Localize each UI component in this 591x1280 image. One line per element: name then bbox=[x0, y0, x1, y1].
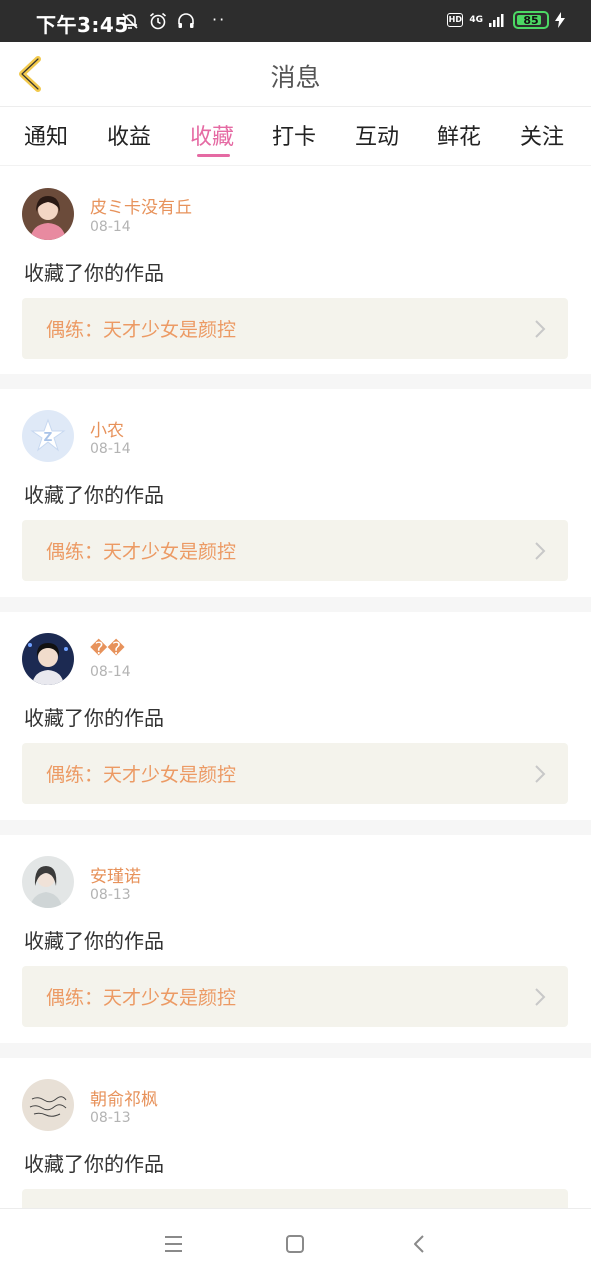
username[interactable]: 小农 bbox=[90, 416, 124, 441]
message-text: 收藏了你的作品 bbox=[24, 706, 164, 730]
tab-favorites[interactable]: 收藏 bbox=[190, 119, 234, 151]
divider bbox=[0, 374, 591, 389]
page-title: 消息 bbox=[270, 63, 321, 92]
divider bbox=[0, 597, 591, 612]
alarm-icon bbox=[149, 12, 167, 30]
chevron-right-icon bbox=[535, 988, 546, 1006]
header: 消息 bbox=[0, 42, 591, 106]
message-text: 收藏了你的作品 bbox=[24, 261, 164, 285]
message-date: 08-13 bbox=[90, 1110, 131, 1126]
message-date: 08-13 bbox=[90, 887, 131, 903]
work-card[interactable]: 偶练：天才少女是颜控 bbox=[22, 743, 568, 804]
chevron-right-icon bbox=[535, 542, 546, 560]
system-back-button[interactable] bbox=[406, 1233, 432, 1255]
avatar[interactable] bbox=[22, 1079, 74, 1131]
back-triangle-icon bbox=[414, 1235, 424, 1253]
divider bbox=[0, 1043, 591, 1058]
mute-bell-icon bbox=[122, 13, 138, 29]
work-card[interactable]: 偶练：天才少女是颜控 bbox=[22, 966, 568, 1027]
charging-icon bbox=[555, 12, 565, 28]
home-button[interactable] bbox=[282, 1233, 308, 1255]
work-card[interactable] bbox=[22, 1189, 568, 1208]
tab-earnings[interactable]: 收益 bbox=[107, 119, 151, 151]
battery-level: 85 bbox=[523, 13, 539, 27]
avatar[interactable] bbox=[22, 856, 74, 908]
tab-notifications[interactable]: 通知 bbox=[24, 119, 68, 151]
status-icons bbox=[120, 11, 196, 31]
message-text: 收藏了你的作品 bbox=[24, 483, 164, 507]
home-square-icon bbox=[286, 1235, 304, 1253]
menu-button[interactable] bbox=[161, 1233, 187, 1255]
tab-follow[interactable]: 关注 bbox=[520, 119, 564, 151]
chevron-right-icon bbox=[535, 765, 546, 783]
username[interactable]: �� bbox=[90, 639, 125, 659]
tab-checkin[interactable]: 打卡 bbox=[272, 119, 316, 151]
username[interactable]: 朝俞祁枫 bbox=[90, 1085, 158, 1110]
tab-interaction[interactable]: 互动 bbox=[355, 119, 399, 151]
signal-icon bbox=[489, 14, 504, 27]
avatar[interactable] bbox=[22, 633, 74, 685]
tab-flowers[interactable]: 鲜花 bbox=[437, 119, 481, 151]
status-right: HD 4G 85 bbox=[447, 11, 565, 29]
message-item: Z 小农 08-14 收藏了你的作品 偶练：天才少女是颜控 bbox=[0, 389, 591, 597]
message-item: 皮ミ卡没有丘 08-14 收藏了你的作品 偶练：天才少女是颜控 bbox=[0, 167, 591, 374]
status-bar: 下午3:45 ·· HD 4G 85 bbox=[0, 0, 591, 42]
message-text: 收藏了你的作品 bbox=[24, 1152, 164, 1176]
work-card[interactable]: 偶练：天才少女是颜控 bbox=[22, 298, 568, 359]
svg-text:Z: Z bbox=[44, 430, 53, 444]
work-card[interactable]: 偶练：天才少女是颜控 bbox=[22, 520, 568, 581]
system-nav-bar bbox=[0, 1208, 591, 1280]
username[interactable]: 皮ミ卡没有丘 bbox=[90, 193, 192, 218]
work-title: 偶练：天才少女是颜控 bbox=[46, 987, 237, 1009]
battery-icon: 85 bbox=[513, 11, 549, 29]
active-tab-indicator bbox=[197, 154, 230, 157]
chevron-right-icon bbox=[535, 320, 546, 338]
status-time: 下午3:45 bbox=[36, 13, 129, 37]
work-title: 偶练：天才少女是颜控 bbox=[46, 541, 237, 563]
tab-bar: 通知 收益 收藏 打卡 互动 鲜花 关注 bbox=[0, 106, 591, 166]
message-text: 收藏了你的作品 bbox=[24, 929, 164, 953]
divider bbox=[0, 820, 591, 835]
menu-icon bbox=[165, 1236, 182, 1252]
status-dots: ·· bbox=[212, 10, 227, 29]
message-item: 朝俞祁枫 08-13 收藏了你的作品 bbox=[0, 1058, 591, 1208]
work-title: 偶练：天才少女是颜控 bbox=[46, 764, 237, 786]
message-item: �� 08-14 收藏了你的作品 偶练：天才少女是颜控 bbox=[0, 612, 591, 820]
message-date: 08-14 bbox=[90, 441, 131, 457]
username[interactable]: 安瑾诺 bbox=[90, 862, 141, 887]
message-item: 安瑾诺 08-13 收藏了你的作品 偶练：天才少女是颜控 bbox=[0, 835, 591, 1043]
headset-icon bbox=[178, 13, 194, 28]
work-title: 偶练：天才少女是颜控 bbox=[46, 319, 237, 341]
message-date: 08-14 bbox=[90, 219, 131, 235]
hd-icon: HD bbox=[447, 13, 464, 27]
network-label: 4G bbox=[469, 14, 483, 25]
message-date: 08-14 bbox=[90, 664, 131, 680]
avatar[interactable] bbox=[22, 188, 74, 240]
avatar[interactable]: Z bbox=[22, 410, 74, 462]
